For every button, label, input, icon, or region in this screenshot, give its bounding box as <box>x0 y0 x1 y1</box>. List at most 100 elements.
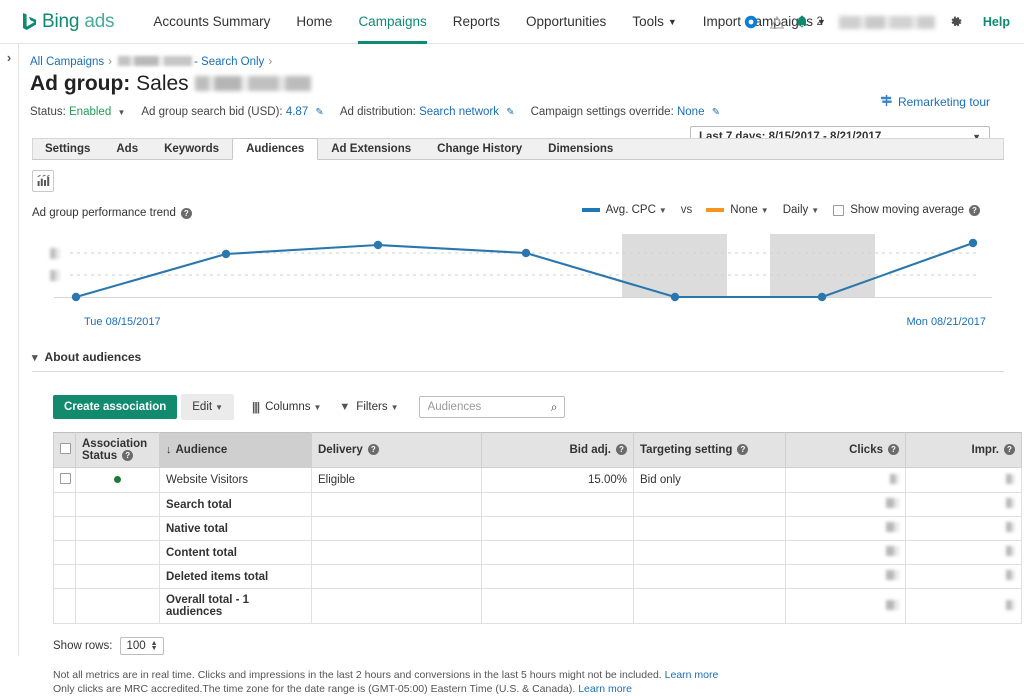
table-row[interactable]: Website Visitors Eligible 15.00% Bid onl… <box>54 468 1022 493</box>
tab-label: Dimensions <box>548 143 613 155</box>
override-value[interactable]: None <box>677 106 705 118</box>
left-rail: › <box>0 44 19 656</box>
moving-average-checkbox[interactable] <box>833 205 844 216</box>
tab-audiences[interactable]: Audiences <box>232 138 318 160</box>
table-row: Search total <box>54 493 1022 517</box>
chart-legend: Avg. CPC ▼ vs None ▼ Daily ▼ Show moving… <box>582 204 994 216</box>
cell-impressions <box>906 565 1022 589</box>
help-link[interactable]: Help <box>983 15 1010 29</box>
x-axis-label-end[interactable]: Mon 08/21/2017 <box>906 316 986 328</box>
row-select-cell[interactable] <box>54 468 76 493</box>
performance-chart-panel: Ad group performance trend ? Avg. CPC ▼ … <box>32 204 1004 332</box>
nav-label: Reports <box>453 14 500 29</box>
filter-icon: ▼⁠ <box>339 401 350 413</box>
nav-item-home[interactable]: Home <box>283 0 345 44</box>
cell-empty <box>312 493 482 517</box>
cell-empty <box>312 517 482 541</box>
about-audiences-section[interactable]: ▾About audiences <box>32 350 1004 372</box>
help-icon[interactable]: ? <box>888 444 899 455</box>
help-icon[interactable]: ? <box>737 444 748 455</box>
nav-item-campaigns[interactable]: Campaigns <box>345 0 439 44</box>
stepper-icon[interactable]: ▲▼ <box>151 641 158 651</box>
cell-empty <box>54 565 76 589</box>
column-bid-adj[interactable]: Bid adj.? <box>482 433 634 468</box>
tab-keywords[interactable]: Keywords <box>151 139 232 159</box>
moving-average-toggle[interactable]: Show moving average ? <box>833 204 980 216</box>
distribution-value[interactable]: Search network <box>419 106 499 118</box>
show-rows-control: Show rows: 100 ▲▼ <box>53 637 1024 655</box>
learn-more-link-2[interactable]: Learn more <box>578 683 632 695</box>
gear-icon[interactable] <box>949 15 963 29</box>
help-icon[interactable]: ? <box>616 444 627 455</box>
column-targeting-setting[interactable]: Targeting setting? <box>634 433 786 468</box>
help-icon[interactable]: ? <box>122 450 133 461</box>
bell-icon[interactable] <box>796 15 808 29</box>
expand-sidebar-icon[interactable]: › <box>0 50 18 65</box>
legend-metric-primary[interactable]: Avg. CPC ▼ <box>582 204 667 216</box>
help-icon[interactable]: ? <box>181 208 192 219</box>
select-all-checkbox[interactable] <box>60 443 71 454</box>
status-value[interactable]: Enabled <box>69 106 111 118</box>
column-clicks[interactable]: Clicks? <box>786 433 906 468</box>
remarketing-tour-link[interactable]: Remarketing tour <box>880 94 990 110</box>
cell-empty <box>54 541 76 565</box>
column-audience[interactable]: ↓Audience <box>160 433 312 468</box>
distribution-segment: Ad distribution: Search network ✎ <box>340 106 515 118</box>
columns-menu-button[interactable]: ||| Columns ▼ <box>252 400 321 414</box>
cell-clicks <box>786 589 906 624</box>
breadcrumb-campaign-redacted[interactable] <box>118 56 192 66</box>
legend-granularity[interactable]: Daily ▼ <box>783 204 819 216</box>
tab-ads[interactable]: Ads <box>103 139 151 159</box>
help-icon[interactable]: ? <box>1004 444 1015 455</box>
warning-icon[interactable] <box>770 16 784 29</box>
x-axis-label-start[interactable]: Tue 08/15/2017 <box>84 316 161 328</box>
bing-ads-logo[interactable]: Bing ads <box>22 11 114 33</box>
search-input[interactable] <box>426 400 546 414</box>
nav-item-opportunities[interactable]: Opportunities <box>513 0 619 44</box>
tab-settings[interactable]: Settings <box>32 139 103 159</box>
edit-menu-button[interactable]: Edit ▼ <box>181 394 234 420</box>
filters-menu-button[interactable]: ▼⁠ Filters ▼ <box>339 401 398 413</box>
nav-label: Home <box>296 14 332 29</box>
nav-item-accounts-summary[interactable]: Accounts Summary <box>140 0 283 44</box>
nav-item-reports[interactable]: Reports <box>440 0 513 44</box>
breadcrumb-campaign-suffix[interactable]: - Search Only <box>194 56 264 68</box>
account-name-redacted[interactable] <box>839 16 935 29</box>
edit-pencil-icon[interactable]: ✎ <box>315 107 323 118</box>
select-all-header[interactable] <box>54 433 76 468</box>
main-nav-items: Accounts Summary Home Campaigns Reports … <box>140 0 839 44</box>
help-icon[interactable]: ? <box>368 444 379 455</box>
disclaimer-line-1: Not all metrics are in real time. Clicks… <box>53 668 1024 682</box>
breadcrumb-all-campaigns[interactable]: All Campaigns <box>30 56 104 68</box>
row-checkbox[interactable] <box>60 473 71 484</box>
disclaimer-line-2: Only clicks are MRC accredited.The time … <box>53 682 1024 696</box>
chevron-down-icon[interactable]: ▼ <box>117 108 125 117</box>
create-association-button[interactable]: Create association <box>53 395 177 419</box>
nav-label: Opportunities <box>526 14 606 29</box>
learn-more-link-1[interactable]: Learn more <box>665 669 719 681</box>
cell-empty <box>76 517 160 541</box>
nav-item-tools[interactable]: Tools▼ <box>619 0 689 44</box>
column-impressions[interactable]: Impr.? <box>906 433 1022 468</box>
column-delivery[interactable]: Delivery? <box>312 433 482 468</box>
cell-clicks <box>786 541 906 565</box>
column-association-status[interactable]: Association Status? <box>76 433 160 468</box>
show-rows-select[interactable]: 100 ▲▼ <box>120 637 163 655</box>
edit-pencil-icon[interactable]: ✎ <box>712 107 720 118</box>
cell-clicks <box>786 468 906 493</box>
breadcrumb: All Campaigns›- Search Only› <box>20 44 1024 68</box>
tab-ad-extensions[interactable]: Ad Extensions <box>318 139 424 159</box>
bid-value[interactable]: 4.87 <box>286 106 308 118</box>
legend-metric-secondary[interactable]: None ▼ <box>706 204 768 216</box>
audiences-search-box[interactable]: ⌕ <box>419 396 565 418</box>
tab-dimensions[interactable]: Dimensions <box>535 139 626 159</box>
status-blue-icon[interactable] <box>744 15 758 29</box>
search-icon[interactable]: ⌕ <box>551 400 558 415</box>
granularity-label: Daily <box>783 204 809 216</box>
edit-pencil-icon[interactable]: ✎ <box>506 107 514 118</box>
help-icon[interactable]: ? <box>969 205 980 216</box>
toggle-chart-button[interactable] <box>32 170 54 192</box>
disclaimer-text-1: Not all metrics are in real time. Clicks… <box>53 669 662 681</box>
legend-vs-label: vs <box>681 204 693 216</box>
tab-change-history[interactable]: Change History <box>424 139 535 159</box>
